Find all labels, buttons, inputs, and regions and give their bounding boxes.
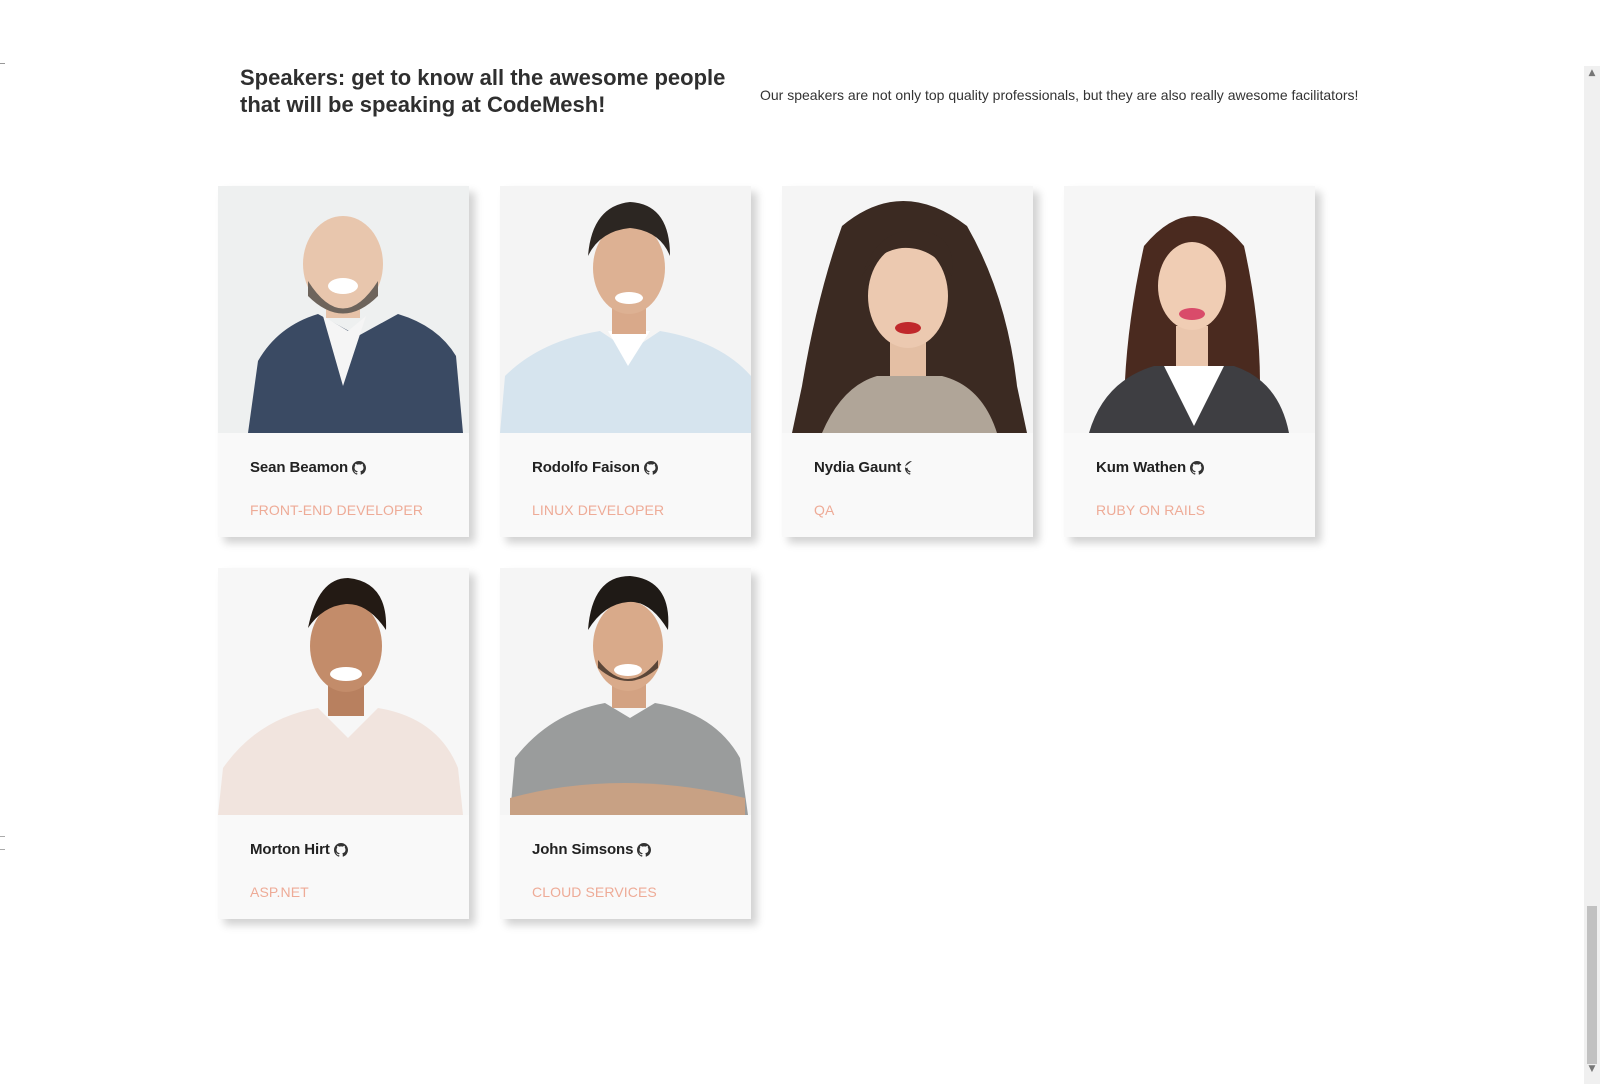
scrollbar-thumb[interactable] [1587, 906, 1597, 1064]
speaker-name-row: Nydia Gaunt [814, 459, 1001, 476]
speaker-name-row: John Simsons [532, 841, 719, 858]
speaker-info: Nydia Gaunt QA [782, 433, 1033, 537]
speaker-name: Morton Hirt [250, 841, 330, 858]
speaker-name-row: Kum Wathen [1096, 459, 1283, 476]
speaker-photo [218, 186, 469, 433]
speaker-name-row: Morton Hirt [250, 841, 437, 858]
speaker-photo [218, 568, 469, 815]
vertical-scrollbar[interactable]: ▲ ▼ [1584, 66, 1600, 1084]
speaker-role: LINUX DEVELOPER [532, 502, 665, 518]
speaker-name: John Simsons [532, 841, 634, 858]
speaker-role: ASP.NET [250, 884, 309, 900]
speaker-name: Sean Beamon [250, 459, 349, 476]
speaker-card: Morton Hirt ASP.NET [218, 568, 469, 919]
github-icon[interactable] [905, 460, 919, 475]
scroll-down-arrow-icon[interactable]: ▼ [1584, 1062, 1600, 1076]
speaker-role: FRONT-END DEVELOPER [250, 502, 424, 518]
speaker-name-row: Sean Beamon [250, 459, 437, 476]
speaker-info: John Simsons CLOUD SERVICES [500, 815, 751, 919]
speaker-role: CLOUD SERVICES [532, 884, 657, 900]
speaker-role: RUBY ON RAILS [1096, 502, 1206, 518]
speaker-card: Nydia Gaunt QA [782, 186, 1033, 537]
github-icon[interactable] [637, 842, 652, 857]
speaker-photo [782, 186, 1033, 433]
speaker-photo [500, 568, 751, 815]
speaker-card: Sean Beamon FRONT-END DEVELOPER [218, 186, 469, 537]
github-icon[interactable] [1190, 460, 1205, 475]
section-heading: Speakers: get to know all the awesome pe… [240, 65, 726, 117]
speaker-card: John Simsons CLOUD SERVICES [500, 568, 751, 919]
speaker-name: Rodolfo Faison [532, 459, 640, 476]
scroll-up-arrow-icon[interactable]: ▲ [1584, 66, 1600, 80]
speaker-info: Morton Hirt ASP.NET [218, 815, 469, 919]
speaker-photo [1064, 186, 1315, 433]
speaker-info: Rodolfo Faison LINUX DEVELOPER [500, 433, 751, 537]
speakers-intro: Speakers: get to know all the awesome pe… [240, 64, 1360, 118]
speaker-role: QA [814, 502, 835, 518]
speaker-name-row: Rodolfo Faison [532, 459, 719, 476]
section-tagline: Our speakers are not only top quality pr… [760, 87, 1359, 103]
left-edge-marker [0, 836, 5, 850]
speaker-grid: Sean Beamon FRONT-END DEVELOPER Rodolfo … [218, 186, 1348, 919]
github-icon[interactable] [352, 460, 367, 475]
speaker-name: Nydia Gaunt [814, 459, 902, 476]
left-edge-marker [0, 63, 5, 64]
speaker-info: Sean Beamon FRONT-END DEVELOPER [218, 433, 469, 537]
speaker-photo [500, 186, 751, 433]
speaker-card: Kum Wathen RUBY ON RAILS [1064, 186, 1315, 537]
speaker-name: Kum Wathen [1096, 459, 1187, 476]
speaker-card: Rodolfo Faison LINUX DEVELOPER [500, 186, 751, 537]
speakers-page: Speakers: get to know all the awesome pe… [0, 0, 1584, 1084]
speaker-info: Kum Wathen RUBY ON RAILS [1064, 433, 1315, 537]
github-icon[interactable] [333, 842, 348, 857]
github-icon[interactable] [643, 460, 658, 475]
